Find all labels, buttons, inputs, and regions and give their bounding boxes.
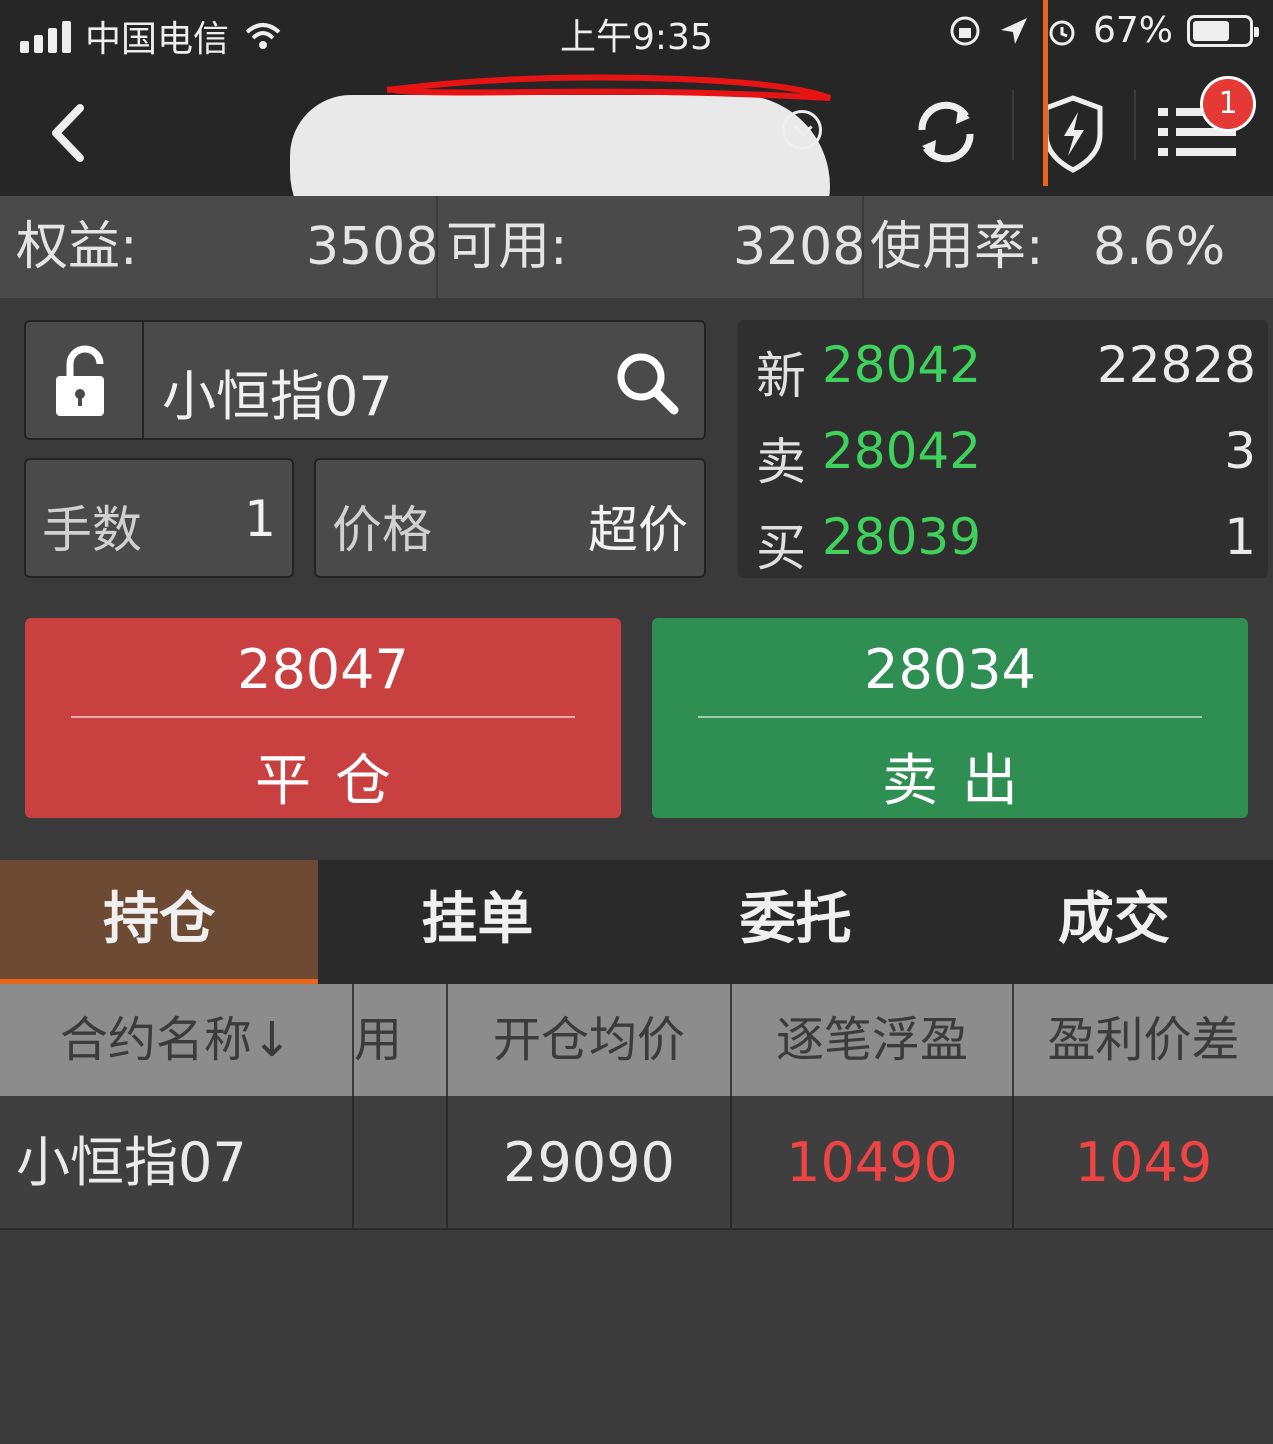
tab-positions[interactable]: 持仓 [0,860,319,984]
carrier-name: 中国电信 [85,19,230,60]
status-bar: 中国电信 上午9:35 67% [0,0,1273,70]
positions-table-header: 合约名称↓ 用 开仓均价 逐笔浮盈 盈利价差 [0,984,1273,1096]
price-field[interactable]: 价格 超价 [314,458,706,578]
status-time: 上午9:35 [560,17,713,58]
sell-price: 28034 [864,638,1036,701]
col-profit-spread[interactable]: 盈利价差 [1014,984,1273,1096]
nav-separator [1134,90,1136,160]
quote-volume: 1 [1224,508,1256,566]
col-avg-open-price[interactable]: 开仓均价 [448,984,730,1096]
account-divider [862,196,864,298]
quote-row-ask: 卖 28042 3 [756,408,1256,494]
tab-orders[interactable]: 委托 [637,860,955,984]
quantity-field[interactable]: 手数 1 [24,458,294,578]
battery-percent: 67% [1092,10,1173,51]
back-arrow-icon[interactable] [40,98,100,168]
sell-button[interactable]: 28034 卖出 [652,618,1248,818]
orange-marker-line [1043,0,1048,186]
equity-label: 权益: [16,217,138,277]
orientation-lock-icon [950,16,980,45]
quantity-value: 1 [244,490,276,548]
quote-row-last: 新 28042 22828 [756,322,1256,408]
symbol-input[interactable]: 小恒指07 [142,320,706,440]
nav-separator [1012,90,1014,160]
quote-volume: 3 [1224,422,1256,480]
price-type-value: 超价 [588,501,688,559]
wifi-icon [245,23,281,49]
notification-badge: 1 [1200,76,1256,132]
close-position-button[interactable]: 28047 平仓 [25,618,621,818]
available-label: 可用: [446,217,568,277]
account-dropdown-icon[interactable] [782,110,822,150]
equity-value: 3508 [306,217,439,277]
search-icon[interactable] [612,348,682,418]
tab-bar: 持仓 挂单 委托 成交 [0,860,1273,984]
quote-label: 买 [756,519,806,577]
tab-pending-orders[interactable]: 挂单 [318,860,636,984]
nav-bar: 001 1 [0,70,1273,255]
cell-avg-open-price: 29090 [503,1131,675,1194]
close-price: 28047 [237,638,409,701]
table-row[interactable]: 小恒指07 29090 10490 1049 [0,1096,1273,1230]
usage-label: 使用率: [870,217,1044,277]
col-partial[interactable]: 用 [354,984,446,1096]
button-divider [698,716,1202,718]
quote-label: 新 [756,347,806,405]
quote-label: 卖 [756,433,806,491]
quote-panel: 新 28042 22828 卖 28042 3 买 28039 1 [738,320,1268,578]
shield-lightning-icon[interactable] [1040,94,1106,174]
account-summary: 权益: 3508 可用: 3208 使用率: 8.6% [0,196,1273,298]
close-label: 平仓 [255,749,415,814]
alarm-icon [1049,20,1075,45]
cell-contract-name: 小恒指07 [16,1131,247,1194]
available-value: 3208 [733,217,866,277]
cell-partial [354,1096,446,1230]
status-right: 67% [947,10,1259,51]
signal-icon [20,19,71,53]
symbol-name: 小恒指07 [162,365,393,428]
status-left: 中国电信 [20,10,283,62]
tab-trades[interactable]: 成交 [955,860,1273,984]
lock-toggle-button[interactable] [24,320,144,440]
redaction-scribble [386,74,832,101]
cell-profit-spread: 1049 [1074,1131,1213,1194]
account-divider [436,196,438,298]
usage-value: 8.6% [1093,217,1226,277]
col-floating-pnl[interactable]: 逐笔浮盈 [732,984,1012,1096]
col-contract-name[interactable]: 合约名称↓ [0,984,352,1096]
quote-price: 28042 [822,336,982,394]
sell-label: 卖出 [882,749,1042,814]
cell-floating-pnl: 10490 [786,1131,958,1194]
quote-row-bid: 买 28039 1 [756,494,1256,580]
location-icon [1000,17,1027,44]
quantity-label: 手数 [42,501,142,559]
unlock-icon [56,345,104,416]
button-divider [71,716,575,718]
refresh-icon[interactable] [908,94,984,170]
quote-volume: 22828 [1096,336,1256,394]
quote-price: 28042 [822,422,982,480]
quote-price: 28039 [822,508,982,566]
battery-icon [1187,14,1259,47]
price-label: 价格 [332,501,432,559]
